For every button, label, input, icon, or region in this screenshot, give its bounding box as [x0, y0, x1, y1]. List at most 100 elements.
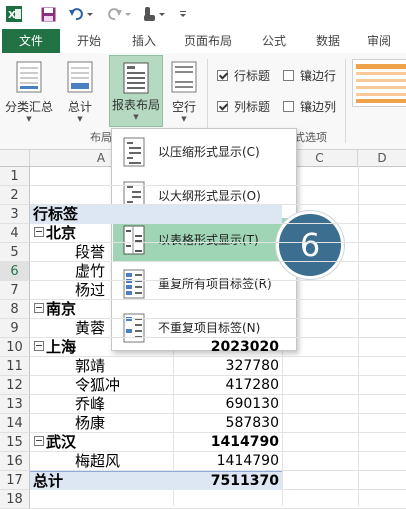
- cell-a-text: 上海: [46, 338, 77, 356]
- cell-a-text: 乔峰: [75, 395, 106, 413]
- ribbon-tabs: 文件 开始 插入 页面布局 公式 数据 审阅: [0, 29, 406, 54]
- save-icon[interactable]: [40, 5, 56, 23]
- cell-a[interactable]: 郭靖: [30, 357, 173, 376]
- row-header[interactable]: 6: [0, 262, 30, 281]
- cell-a[interactable]: 乔峰: [30, 395, 173, 414]
- cell-a[interactable]: 行标签: [30, 205, 173, 224]
- pivot-style-thumbnail[interactable]: [352, 59, 406, 107]
- cell-a[interactable]: 黄蓉: [30, 319, 173, 338]
- row-header[interactable]: 16: [0, 452, 30, 471]
- compact-form-icon: [123, 137, 145, 167]
- cell-b[interactable]: [173, 205, 282, 224]
- collapse-icon[interactable]: [34, 303, 44, 313]
- row-header[interactable]: 14: [0, 414, 30, 433]
- excel-logo-icon: X: [6, 5, 22, 23]
- grand-totals-label: 总计: [67, 100, 92, 114]
- banded-columns-checkbox[interactable]: 镶边列: [283, 98, 336, 115]
- cell-a[interactable]: [30, 490, 173, 509]
- report-layout-button[interactable]: 报表布局 ▼: [109, 55, 163, 127]
- cell-b[interactable]: [173, 300, 282, 319]
- tab-home[interactable]: 开始: [67, 29, 111, 53]
- cell-b[interactable]: [173, 243, 282, 262]
- cell-b[interactable]: [173, 186, 282, 205]
- row-header[interactable]: 9: [0, 319, 30, 338]
- cell-a[interactable]: [30, 186, 173, 205]
- cell-a[interactable]: 杨康: [30, 414, 173, 433]
- touch-mode-icon[interactable]: [142, 5, 168, 23]
- customize-toolbar-icon[interactable]: [178, 5, 188, 23]
- quick-access-toolbar: X: [0, 0, 406, 29]
- row-header[interactable]: 12: [0, 376, 30, 395]
- cell-a-text: 杨过: [75, 281, 106, 299]
- tab-formulas[interactable]: 公式: [252, 29, 296, 53]
- column-headers-checkbox[interactable]: 列标题: [217, 98, 270, 115]
- cell-a[interactable]: 北京: [30, 224, 173, 243]
- cell-a-text: 杨康: [75, 414, 106, 432]
- cell-b[interactable]: 690130: [173, 395, 282, 414]
- subtotals-dropdown-icon: ▼: [26, 115, 32, 123]
- subtotals-label: 分类汇总: [4, 100, 53, 114]
- row-header[interactable]: 10: [0, 338, 30, 357]
- cell-b[interactable]: [173, 319, 282, 338]
- cell-a[interactable]: 虚竹: [30, 262, 173, 281]
- subtotals-button[interactable]: 分类汇总 ▼: [3, 57, 55, 125]
- row-header[interactable]: 17: [0, 471, 30, 490]
- cell-a-text: 黄蓉: [75, 319, 106, 337]
- grand-totals-button[interactable]: 总计 ▼: [60, 57, 100, 125]
- tab-page-layout[interactable]: 页面布局: [176, 29, 240, 53]
- cell-a[interactable]: 杨过: [30, 281, 173, 300]
- cell-a[interactable]: [30, 167, 173, 186]
- collapse-icon[interactable]: [34, 227, 44, 237]
- cell-b[interactable]: 1414790: [173, 452, 282, 471]
- cell-b[interactable]: 587830: [173, 414, 282, 433]
- row-header[interactable]: 2: [0, 186, 30, 205]
- cell-a[interactable]: 武汉: [30, 433, 173, 452]
- cell-b[interactable]: 1414790: [173, 433, 282, 452]
- row-header[interactable]: 11: [0, 357, 30, 376]
- row-header[interactable]: 15: [0, 433, 30, 452]
- banded-columns-label: 镶边列: [300, 100, 337, 114]
- cell-a[interactable]: 上海: [30, 338, 173, 357]
- cell-a[interactable]: 南京: [30, 300, 173, 319]
- banded-rows-checkbox[interactable]: 镶边行: [283, 67, 336, 84]
- row-headers-label: 行标题: [234, 69, 271, 83]
- collapse-icon[interactable]: [34, 341, 44, 351]
- cell-a-text: 郭靖: [75, 357, 106, 375]
- cell-b[interactable]: [173, 490, 282, 509]
- subtotals-icon: [16, 61, 42, 93]
- row-header[interactable]: 18: [0, 490, 30, 509]
- row-headers-checkbox[interactable]: 行标题: [217, 67, 270, 84]
- row-header[interactable]: 8: [0, 300, 30, 319]
- row-header[interactable]: 4: [0, 224, 30, 243]
- cell-b[interactable]: 7511370: [173, 471, 282, 490]
- cell-a[interactable]: 梅超风: [30, 452, 173, 471]
- blank-rows-button[interactable]: 空行 ▼: [166, 57, 202, 125]
- report-layout-icon: [123, 62, 149, 94]
- cell-b[interactable]: [173, 167, 282, 186]
- cell-a[interactable]: 总计: [30, 471, 173, 490]
- undo-icon[interactable]: [68, 5, 94, 23]
- tab-insert[interactable]: 插入: [122, 29, 166, 53]
- cell-b[interactable]: [173, 281, 282, 300]
- cell-a-text: 南京: [46, 300, 77, 318]
- collapse-icon[interactable]: [34, 436, 44, 446]
- cell-b[interactable]: 2023020: [173, 338, 282, 357]
- redo-icon[interactable]: [106, 5, 132, 23]
- row-header[interactable]: 3: [0, 205, 30, 224]
- cell-b[interactable]: 327780: [173, 357, 282, 376]
- row-header[interactable]: 5: [0, 243, 30, 262]
- cell-b[interactable]: [173, 262, 282, 281]
- tab-data[interactable]: 数据: [306, 29, 350, 53]
- tab-file[interactable]: 文件: [2, 29, 60, 53]
- row-header[interactable]: 7: [0, 281, 30, 300]
- cell-a[interactable]: 段誉: [30, 243, 173, 262]
- report-layout-label: 报表布局: [111, 98, 160, 112]
- column-header-d[interactable]: D: [358, 150, 406, 166]
- select-all-corner[interactable]: [0, 150, 30, 166]
- cell-a[interactable]: 令狐冲: [30, 376, 173, 395]
- row-header[interactable]: 1: [0, 167, 30, 186]
- cell-b[interactable]: 417280: [173, 376, 282, 395]
- cell-b[interactable]: [173, 224, 282, 243]
- row-header[interactable]: 13: [0, 395, 30, 414]
- tab-review[interactable]: 审阅: [357, 29, 401, 53]
